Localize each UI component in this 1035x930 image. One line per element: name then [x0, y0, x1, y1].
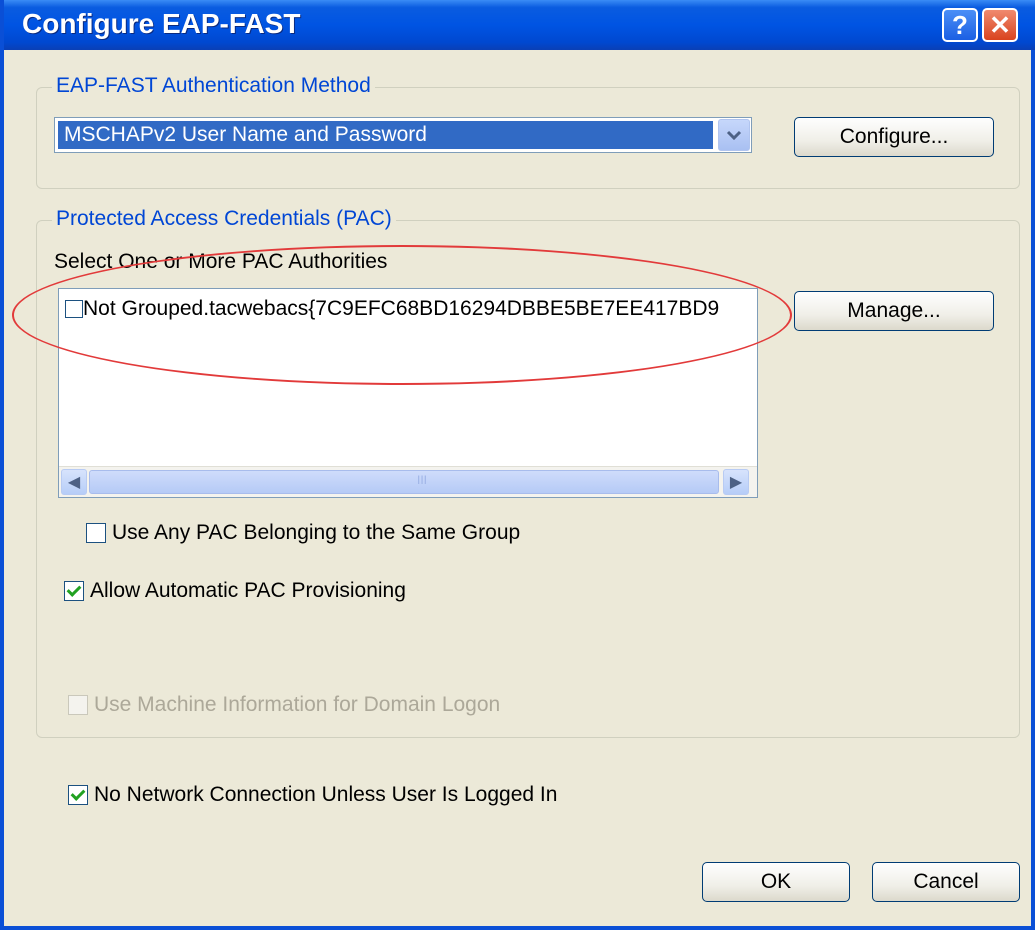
list-item[interactable]: Not Grouped.tacwebacs{7C9EFC68BD16294DBB…	[65, 297, 719, 321]
no-network-checkbox[interactable]	[68, 785, 88, 805]
pac-item-checkbox[interactable]	[65, 300, 83, 318]
allow-provisioning-checkbox[interactable]	[64, 581, 84, 601]
scroll-right-icon[interactable]: ▶	[723, 469, 749, 495]
scroll-thumb-grip: III	[417, 473, 428, 487]
pac-select-label: Select One or More PAC Authorities	[54, 250, 388, 273]
cancel-button[interactable]: Cancel	[872, 862, 1020, 902]
auth-method-legend: EAP-FAST Authentication Method	[52, 74, 375, 98]
no-network-option[interactable]: No Network Connection Unless User Is Log…	[68, 783, 557, 807]
configure-eap-fast-dialog: Configure EAP-FAST ? ✕ EAP-FAST Authenti…	[0, 0, 1035, 930]
use-machine-info-checkbox	[68, 695, 88, 715]
no-network-label: No Network Connection Unless User Is Log…	[94, 783, 558, 806]
allow-provisioning-label: Allow Automatic PAC Provisioning	[90, 579, 406, 602]
use-any-pac-checkbox[interactable]	[86, 523, 106, 543]
auth-method-selected-value: MSCHAPv2 User Name and Password	[58, 121, 713, 149]
pac-legend: Protected Access Credentials (PAC)	[52, 207, 396, 231]
chevron-down-icon[interactable]	[718, 119, 750, 151]
allow-provisioning-option[interactable]: Allow Automatic PAC Provisioning	[64, 579, 406, 603]
use-machine-info-label: Use Machine Information for Domain Logon	[94, 693, 501, 716]
scroll-thumb[interactable]: III	[89, 470, 719, 494]
help-icon[interactable]: ?	[942, 8, 978, 42]
use-machine-info-option: Use Machine Information for Domain Logon	[68, 693, 500, 717]
horizontal-scrollbar[interactable]: ◀ III ▶	[59, 466, 757, 497]
use-any-pac-label: Use Any PAC Belonging to the Same Group	[112, 521, 521, 544]
pac-authority-list[interactable]: Not Grouped.tacwebacs{7C9EFC68BD16294DBB…	[58, 288, 758, 498]
close-icon[interactable]: ✕	[982, 8, 1018, 42]
title-bar[interactable]: Configure EAP-FAST ? ✕	[4, 0, 1035, 50]
pac-item-label: Not Grouped.tacwebacs{7C9EFC68BD16294DBB…	[83, 297, 720, 320]
auth-method-select[interactable]: MSCHAPv2 User Name and Password	[54, 117, 752, 153]
configure-button[interactable]: Configure...	[794, 117, 994, 157]
ok-button[interactable]: OK	[702, 862, 850, 902]
scroll-left-icon[interactable]: ◀	[61, 469, 87, 495]
manage-button[interactable]: Manage...	[794, 291, 994, 331]
use-any-pac-option[interactable]: Use Any PAC Belonging to the Same Group	[86, 521, 520, 545]
window-title: Configure EAP-FAST	[22, 8, 301, 39]
